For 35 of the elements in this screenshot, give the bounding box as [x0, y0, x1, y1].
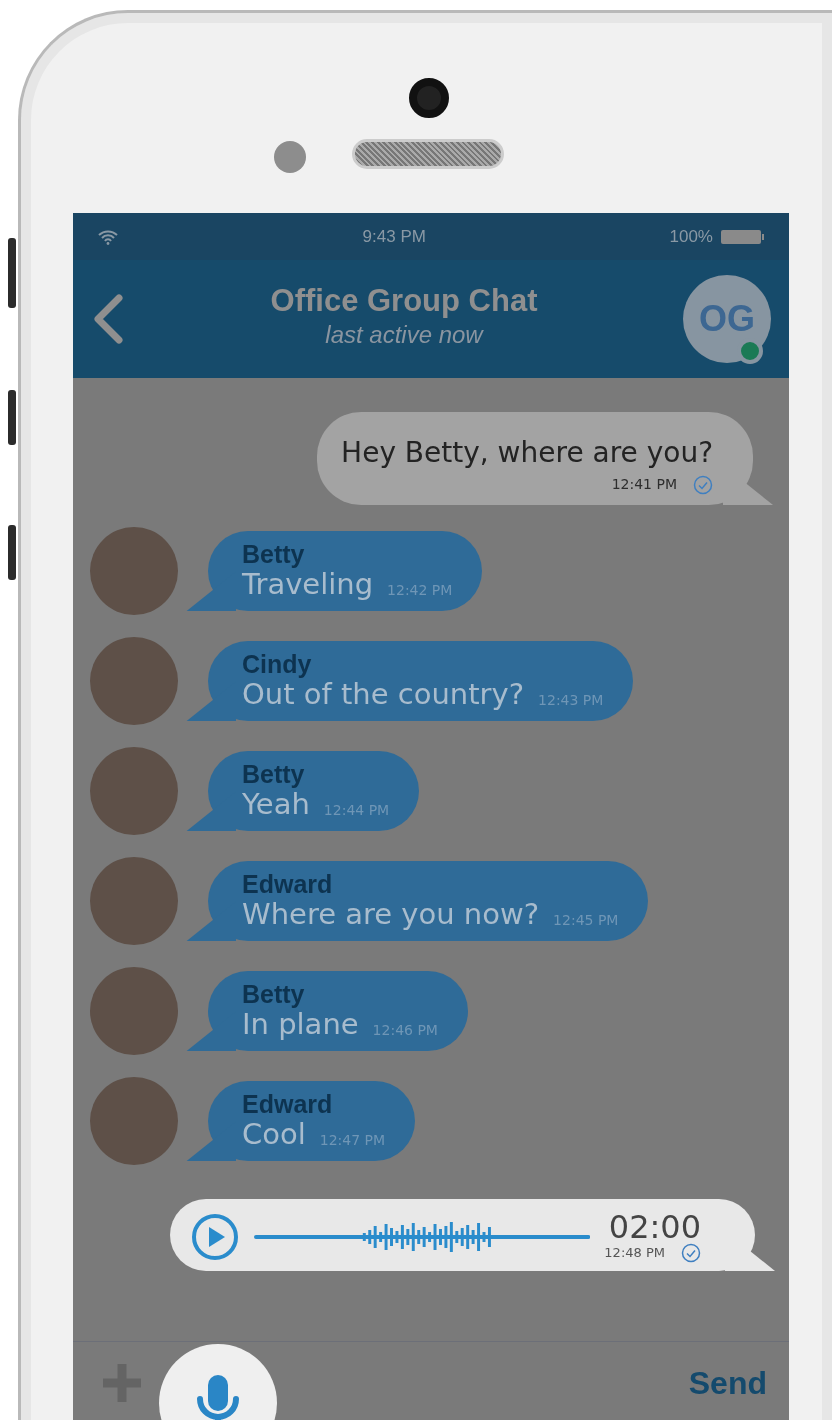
send-button[interactable]: Send — [688, 1358, 767, 1407]
battery-percent: 100% — [669, 225, 713, 248]
message-time: 12:46 PM — [372, 1021, 438, 1041]
message-text: Where are you now? — [242, 898, 540, 932]
message-text: Hey Betty, where are you? — [341, 435, 713, 471]
message-text: Traveling — [242, 568, 374, 602]
sensor-icon — [274, 141, 306, 173]
message-time: 12:41 PM — [611, 475, 677, 494]
sender-name: Betty — [242, 760, 306, 789]
chat-title: Office Group Chat — [269, 284, 539, 318]
battery-icon — [721, 228, 765, 245]
sender-name: Betty — [242, 980, 306, 1009]
message-text: Yeah — [242, 788, 310, 822]
sender-name: Edward — [242, 870, 334, 899]
voice-duration: 02:00 — [608, 1211, 701, 1243]
message-time: 12:48 PM — [604, 1244, 665, 1263]
play-button[interactable] — [190, 1212, 240, 1262]
sender-name: Edward — [242, 1090, 334, 1119]
chat-status: last active now — [324, 320, 485, 351]
message-text: Cool — [242, 1118, 306, 1152]
message-time: 12:42 PM — [387, 581, 453, 601]
group-avatar[interactable]: OG — [683, 275, 771, 363]
back-button[interactable] — [91, 294, 125, 344]
message-time: 12:47 PM — [319, 1131, 386, 1151]
message-time: 12:45 PM — [553, 911, 619, 931]
camera-icon — [409, 78, 449, 118]
sender-name: Betty — [242, 540, 306, 569]
message-time: 12:44 PM — [323, 801, 390, 821]
status-time: 9:43 PM — [362, 225, 426, 248]
sender-name: Cindy — [242, 650, 313, 679]
message-time: 12:43 PM — [538, 691, 604, 711]
microphone-icon — [196, 1372, 240, 1420]
message-text: Out of the country? — [242, 678, 525, 712]
wifi-icon — [97, 228, 119, 245]
message-text: In plane — [242, 1008, 359, 1042]
